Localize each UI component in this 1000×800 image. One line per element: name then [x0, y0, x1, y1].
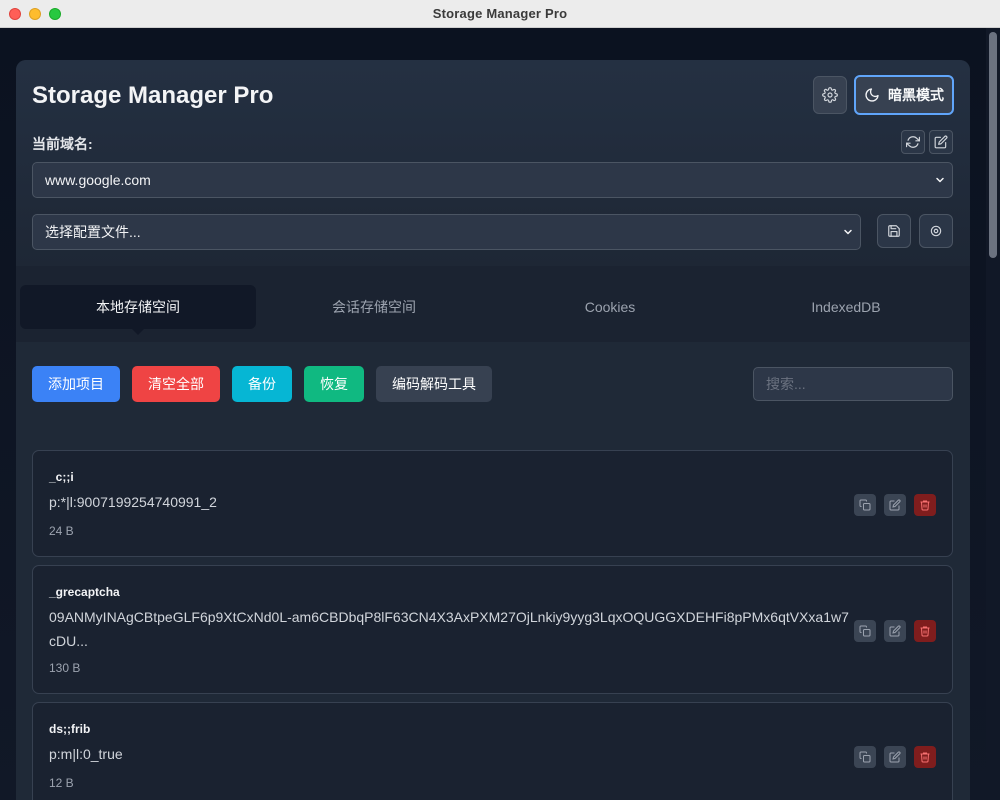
copy-item-button[interactable] [854, 494, 876, 516]
delete-item-button[interactable] [914, 746, 936, 768]
item-value: p:m|l:0_true [49, 746, 123, 762]
storage-item: ds;;frib p:m|l:0_true 12 B [32, 702, 953, 800]
refresh-icon [906, 135, 920, 149]
item-key: _c;;i [49, 470, 74, 484]
copy-item-button[interactable] [854, 620, 876, 642]
save-icon [887, 224, 901, 238]
chevron-down-icon [842, 226, 854, 238]
edit-item-button[interactable] [884, 746, 906, 768]
trash-icon [919, 499, 931, 511]
restore-button[interactable]: 恢复 [304, 366, 364, 402]
domain-label: 当前域名: [32, 136, 93, 152]
domain-select-value: www.google.com [45, 172, 151, 188]
save-profile-button[interactable] [877, 214, 911, 248]
window-titlebar: Storage Manager Pro [0, 0, 1000, 28]
item-value: p:*|l:9007199254740991_2 [49, 494, 217, 510]
profile-select[interactable]: 选择配置文件... [32, 214, 861, 250]
copy-icon [859, 751, 871, 763]
item-value: 09ANMyINAgCBtpeGLF6p9XtCxNd0L-am6CBDbqP8… [49, 609, 849, 649]
trash-icon [919, 625, 931, 637]
scrollbar-thumb[interactable] [989, 32, 997, 258]
dark-mode-label: 暗黑模式 [888, 87, 944, 103]
edit-item-button[interactable] [884, 494, 906, 516]
app-title: Storage Manager Pro [32, 82, 274, 109]
item-key: _grecaptcha [49, 585, 120, 599]
refresh-domain-button[interactable] [901, 130, 925, 154]
add-item-button[interactable]: 添加项目 [32, 366, 120, 402]
item-size: 12 B [49, 776, 74, 790]
tab-local-storage[interactable]: 本地存储空间 [20, 285, 256, 335]
chevron-down-icon [934, 174, 946, 186]
header: Storage Manager Pro 暗黑模式 当前域名: www.googl… [16, 60, 970, 266]
moon-icon [864, 87, 880, 103]
scrollbar[interactable] [986, 28, 1000, 800]
copy-icon [859, 625, 871, 637]
app-viewport: Storage Manager Pro 暗黑模式 当前域名: www.googl… [0, 28, 1000, 800]
domain-select[interactable]: www.google.com [32, 162, 953, 198]
edit-icon [889, 751, 901, 763]
edit-icon [889, 499, 901, 511]
close-window-button[interactable] [9, 8, 21, 20]
gear-icon [822, 87, 838, 103]
edit-domain-button[interactable] [929, 130, 953, 154]
backup-button[interactable]: 备份 [232, 366, 292, 402]
dark-mode-button[interactable]: 暗黑模式 [854, 75, 954, 115]
storage-item: _grecaptcha 09ANMyINAgCBtpeGLF6p9XtCxNd0… [32, 565, 953, 694]
trash-icon [919, 751, 931, 763]
delete-item-button[interactable] [914, 494, 936, 516]
codec-tool-button[interactable]: 编码解码工具 [376, 366, 492, 402]
delete-item-button[interactable] [914, 620, 936, 642]
item-size: 24 B [49, 524, 74, 538]
copy-item-button[interactable] [854, 746, 876, 768]
storage-item: _c;;i p:*|l:9007199254740991_2 24 B [32, 450, 953, 557]
main-panel: Storage Manager Pro 暗黑模式 当前域名: www.googl… [16, 60, 970, 800]
window-title: Storage Manager Pro [432, 6, 568, 21]
tab-indexeddb[interactable]: IndexedDB [728, 285, 964, 329]
item-size: 130 B [49, 661, 81, 675]
manage-profiles-button[interactable] [919, 214, 953, 248]
minimize-window-button[interactable] [29, 8, 41, 20]
settings-button[interactable] [813, 76, 847, 114]
traffic-lights [9, 8, 61, 20]
clear-all-button[interactable]: 清空全部 [132, 366, 220, 402]
zoom-window-button[interactable] [49, 8, 61, 20]
tab-cookies[interactable]: Cookies [492, 285, 728, 329]
storage-tabs: 本地存储空间 会话存储空间 Cookies IndexedDB [16, 266, 970, 342]
tab-session-storage[interactable]: 会话存储空间 [256, 285, 492, 329]
search-input[interactable] [753, 367, 953, 401]
copy-icon [859, 499, 871, 511]
item-key: ds;;frib [49, 722, 91, 736]
edit-item-button[interactable] [884, 620, 906, 642]
edit-icon [889, 625, 901, 637]
profile-select-value: 选择配置文件... [45, 224, 141, 240]
settings-icon [929, 224, 943, 238]
edit-icon [934, 135, 948, 149]
